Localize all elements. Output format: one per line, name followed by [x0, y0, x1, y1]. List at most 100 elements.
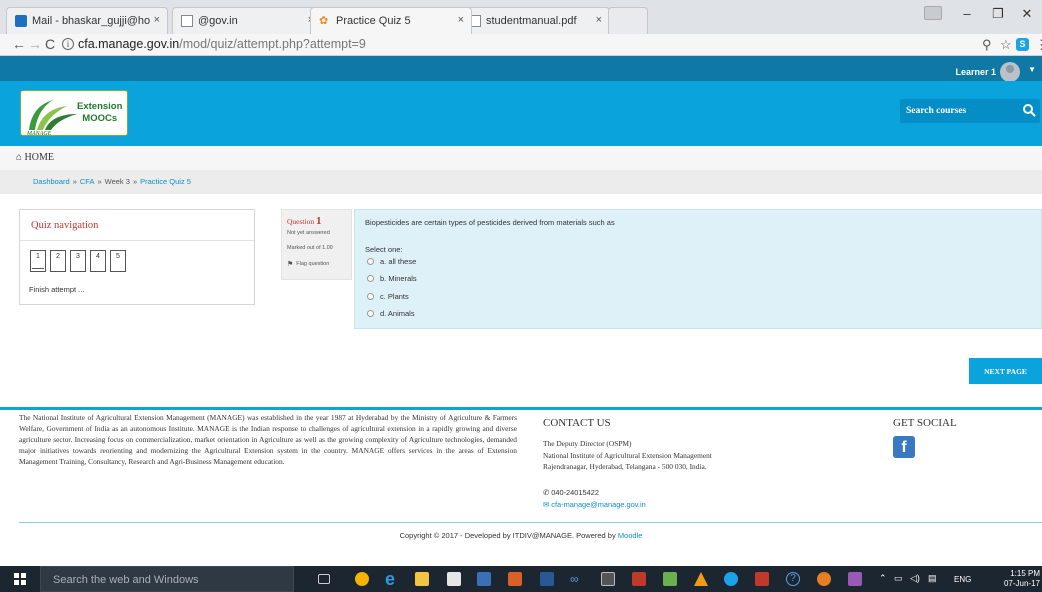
tab-mail[interactable]: Mail - bhaskar_gujji@ho × — [6, 7, 168, 34]
next-page-button[interactable]: NEXT PAGE — [969, 358, 1042, 384]
chrome-icon[interactable] — [355, 572, 369, 586]
notification-icon[interactable]: ▤ — [928, 573, 937, 584]
reload-icon[interactable]: C — [45, 36, 55, 52]
logo-line2: MOOCs — [82, 113, 118, 124]
url-path: /mod/quiz/attempt.php?attempt=9 — [179, 37, 366, 51]
question-number-value: 1 — [315, 215, 322, 227]
site-logo[interactable]: MANAGE Extension MOOCs — [20, 90, 128, 136]
network-icon[interactable]: ▭ — [894, 573, 903, 584]
contact-email[interactable]: ✉ cfa-manage@manage.gov.in — [543, 500, 646, 509]
select-one-prompt: Select one: — [365, 245, 403, 254]
menu-icon[interactable]: ⋮ — [1035, 37, 1042, 53]
tray-chevron-up-icon[interactable]: ⌃ — [879, 573, 887, 584]
contact-line2: National Institute of Agricultural Exten… — [543, 450, 712, 460]
home-link[interactable]: ⌂ HOME — [16, 152, 54, 163]
answer-label: d. Animals — [380, 309, 415, 318]
answer-option-b[interactable]: b. Minerals — [367, 274, 417, 283]
close-window-icon[interactable]: ✕ — [1012, 6, 1042, 22]
link-icon[interactable]: ∞ — [570, 572, 584, 586]
close-icon[interactable]: × — [458, 14, 464, 26]
media-icon[interactable] — [755, 572, 769, 586]
paint-icon[interactable] — [817, 572, 831, 586]
radio-button[interactable] — [367, 293, 374, 300]
footer-rule — [19, 522, 1042, 523]
windows-start-icon[interactable] — [14, 573, 26, 585]
word-icon[interactable] — [540, 572, 554, 586]
answer-option-c[interactable]: c. Plants — [367, 292, 409, 301]
user-menu[interactable]: Learner 1 — [955, 62, 1020, 82]
finish-attempt-link[interactable]: Finish attempt ... — [29, 285, 84, 294]
question-button-1[interactable]: 1 — [30, 250, 46, 272]
tab-practice-quiz[interactable]: ✿ Practice Quiz 5 × — [310, 7, 472, 34]
tab-studentmanual[interactable]: studentmanual.pdf × — [460, 7, 610, 34]
social-heading: GET SOCIAL — [893, 417, 957, 429]
radio-button[interactable] — [367, 275, 374, 282]
moodle-icon: ✿ — [319, 15, 329, 27]
answer-label: a. all these — [380, 257, 417, 266]
app-icon[interactable] — [632, 572, 646, 586]
breadcrumb-cfa[interactable]: CFA — [80, 177, 95, 186]
radio-button[interactable] — [367, 310, 374, 317]
contact-line3: Rajendranagar, Hyderabad, Telangana - 50… — [543, 462, 707, 471]
answer-option-a[interactable]: a. all these — [367, 257, 416, 266]
question-button-5[interactable]: 5 — [110, 250, 126, 272]
question-button-2[interactable]: 2 — [50, 250, 66, 272]
footer-divider — [0, 407, 1042, 410]
chevron-down-icon[interactable]: ▼ — [1028, 65, 1036, 74]
vlc-icon[interactable] — [694, 572, 708, 586]
search-icon[interactable] — [1022, 103, 1036, 117]
back-icon[interactable]: ← — [12, 36, 26, 52]
task-view-icon[interactable] — [318, 574, 330, 584]
phone-number: 040-24015422 — [551, 488, 599, 497]
tab-gov[interactable]: @gov.in × — [172, 7, 322, 34]
question-info: Question 1 Not yet answered Marked out o… — [281, 209, 352, 280]
home-bar: ⌂ HOME — [0, 146, 1042, 170]
clock-time: 1:15 PM — [1010, 569, 1040, 578]
profile-icon[interactable] — [924, 6, 942, 20]
breadcrumb-dashboard[interactable]: Dashboard — [33, 177, 70, 186]
moodle-link[interactable]: Moodle — [618, 531, 643, 540]
powerpoint-icon[interactable] — [508, 572, 522, 586]
answer-label: b. Minerals — [380, 274, 417, 283]
breadcrumb-week[interactable]: Week 3 — [105, 177, 130, 186]
skype-icon[interactable] — [724, 572, 738, 586]
page-icon — [181, 15, 193, 27]
store-icon[interactable] — [447, 572, 461, 586]
skype-extension-icon[interactable]: S — [1016, 38, 1029, 51]
edge-icon[interactable]: e — [385, 570, 399, 588]
volume-icon[interactable]: ◁) — [910, 573, 920, 584]
info-icon[interactable]: i — [62, 38, 74, 50]
answer-option-d[interactable]: d. Animals — [367, 309, 415, 318]
minimize-icon[interactable]: – — [952, 6, 982, 21]
question-button-4[interactable]: 4 — [90, 250, 106, 272]
network-app-icon[interactable] — [663, 572, 677, 586]
file-explorer-icon[interactable] — [415, 572, 429, 586]
forward-icon[interactable]: → — [28, 36, 42, 52]
new-tab-button[interactable] — [608, 7, 648, 34]
breadcrumb-separator-icon: » — [132, 177, 138, 186]
calculator-icon[interactable] — [601, 572, 615, 586]
question-status: Not yet answered — [287, 230, 330, 236]
zoom-icon[interactable]: ⚲ — [982, 37, 992, 53]
language-indicator[interactable]: ENG — [954, 575, 971, 584]
flag-question-button[interactable]: ⚑ Flag question — [287, 260, 351, 268]
taskbar-search[interactable]: Search the web and Windows — [40, 566, 294, 592]
question-button-3[interactable]: 3 — [70, 250, 86, 272]
search-input[interactable] — [906, 103, 1006, 119]
tab-label: @gov.in — [198, 15, 238, 27]
breadcrumb-quiz[interactable]: Practice Quiz 5 — [140, 177, 191, 186]
outlook-icon[interactable] — [477, 572, 491, 586]
flag-icon: ⚑ — [287, 261, 294, 268]
help-icon[interactable]: ? — [786, 572, 800, 586]
facebook-icon[interactable]: f — [893, 436, 915, 458]
url-field[interactable]: cfa.manage.gov.in/mod/quiz/attempt.php?a… — [78, 37, 366, 51]
close-icon[interactable]: × — [596, 14, 602, 26]
clock[interactable]: 1:15 PM 07-Jun-17 — [1000, 569, 1040, 589]
footer-about-text: The National Institute of Agricultural E… — [19, 413, 517, 466]
restore-icon[interactable]: ❐ — [983, 6, 1013, 22]
question-label: Question — [287, 217, 315, 226]
bookmark-star-icon[interactable]: ☆ — [1000, 37, 1012, 53]
radio-button[interactable] — [367, 258, 374, 265]
app2-icon[interactable] — [848, 572, 862, 586]
close-icon[interactable]: × — [154, 14, 160, 26]
